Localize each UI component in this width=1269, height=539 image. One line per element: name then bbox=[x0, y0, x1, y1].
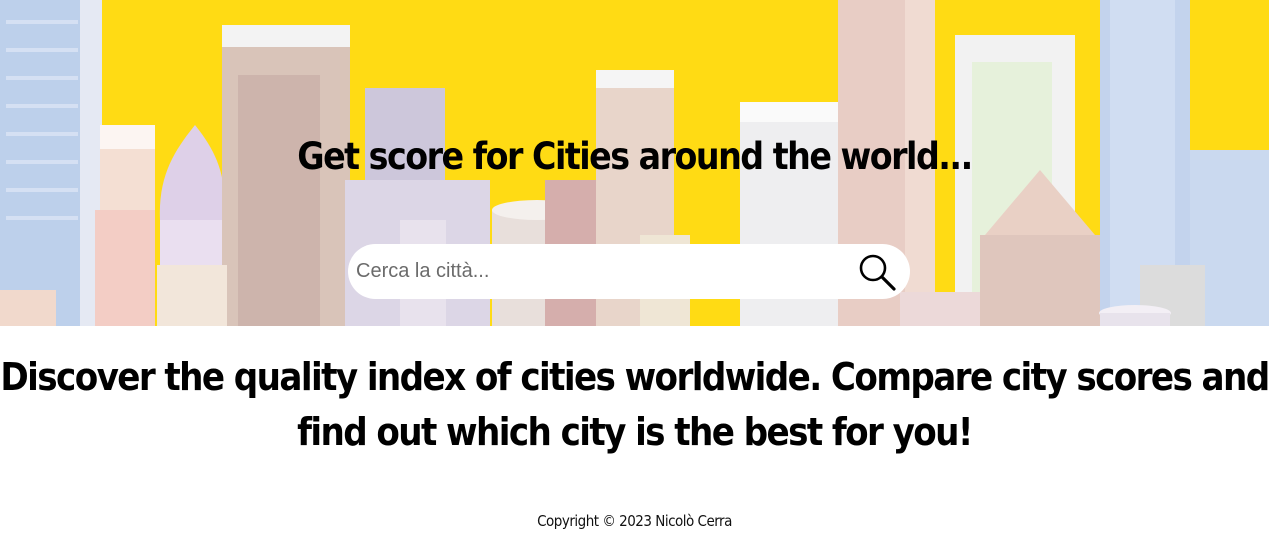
search-icon bbox=[859, 254, 896, 291]
tagline-line-2: find out which city is the best for you! bbox=[297, 410, 973, 454]
search-bar bbox=[348, 244, 910, 299]
hero-title: Get score for Cities around the world... bbox=[297, 135, 973, 178]
search-button[interactable] bbox=[856, 252, 898, 292]
search-input[interactable] bbox=[356, 252, 836, 291]
copyright-footer: Copyright © 2023 Nicolò Cerra bbox=[537, 512, 732, 530]
tagline-line-1: Discover the quality index of cities wor… bbox=[0, 355, 1269, 399]
tagline: Discover the quality index of cities wor… bbox=[0, 350, 1269, 460]
hero-banner: Get score for Cities around the world... bbox=[0, 0, 1269, 326]
